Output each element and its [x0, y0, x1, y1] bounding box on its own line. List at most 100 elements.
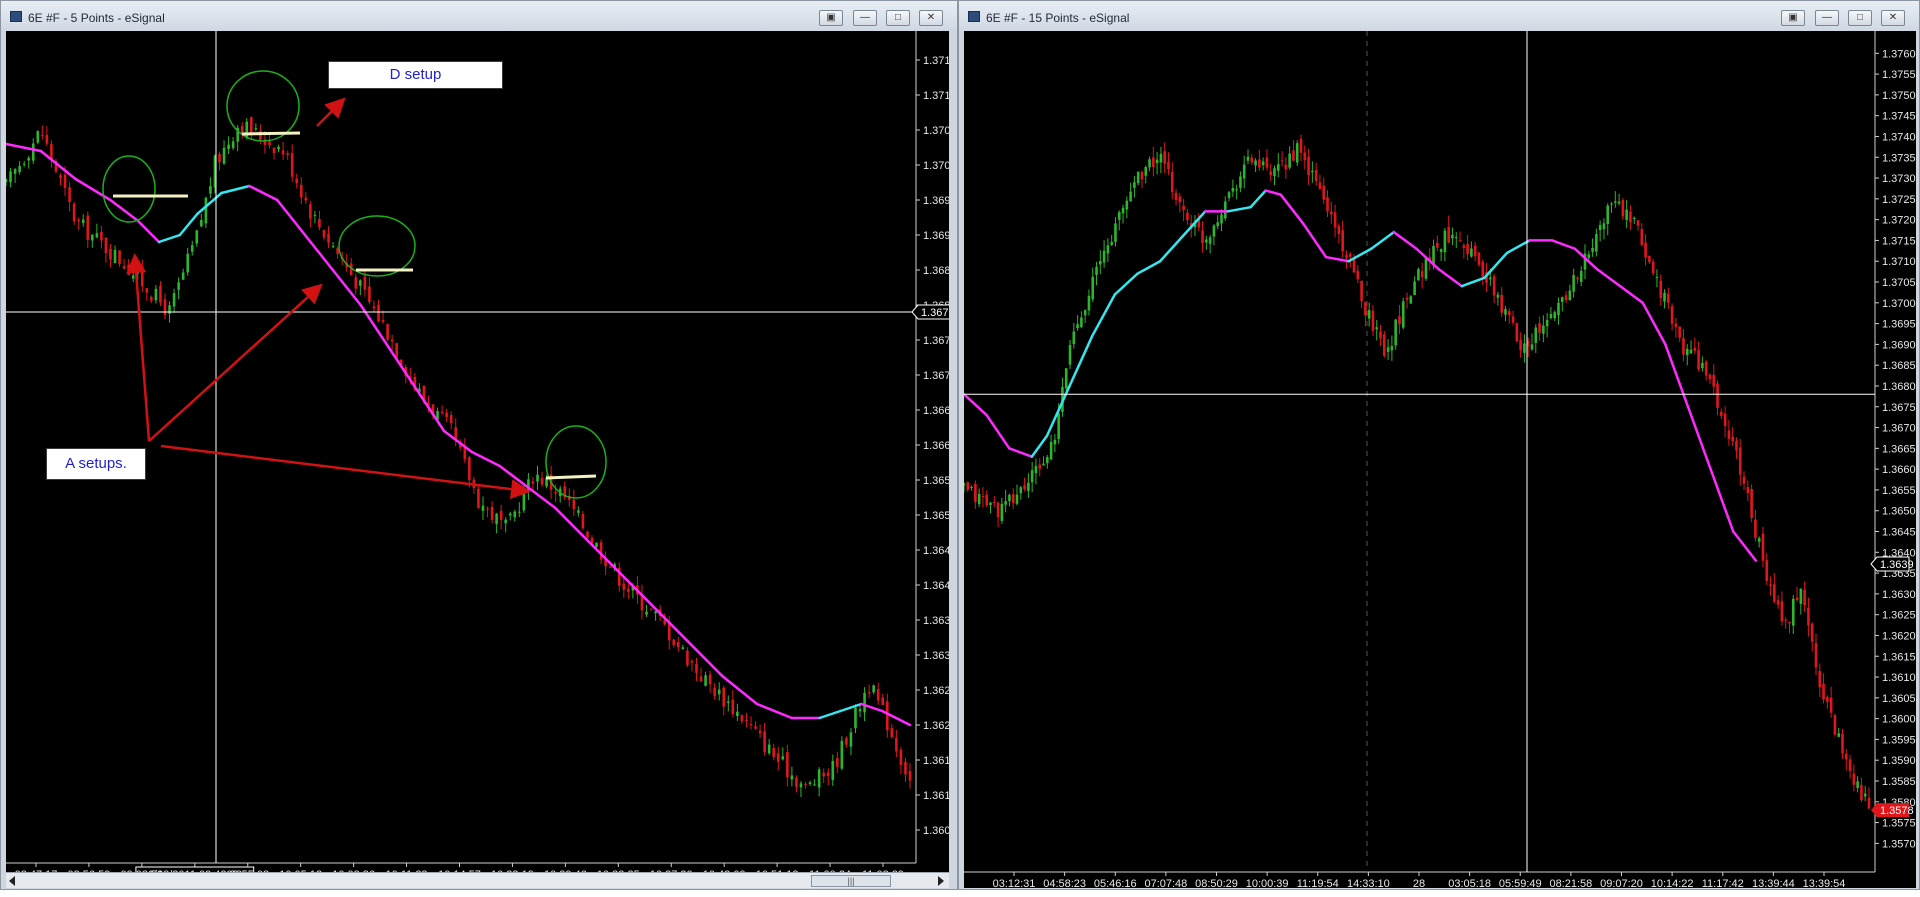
- candle-body: [1307, 157, 1310, 176]
- scroll-left-icon[interactable]: [9, 876, 15, 886]
- candle-body: [1667, 293, 1670, 303]
- x-tick-label: 03:05:18: [1448, 878, 1491, 888]
- y-tick-label: 1.3690: [1882, 339, 1916, 351]
- maximize-button[interactable]: □: [886, 10, 910, 26]
- y-tick-label: 1.3675: [1882, 402, 1916, 414]
- candle-body: [522, 491, 526, 511]
- candle-body: [1299, 138, 1303, 153]
- y-tick-label: 1.3670: [923, 370, 949, 382]
- candle-body: [268, 141, 271, 145]
- candle-body: [1791, 598, 1795, 626]
- crosshair-price-label: 1.3639: [1880, 559, 1914, 571]
- candle-body: [1829, 697, 1833, 713]
- y-tick-label: 1.3700: [1882, 298, 1916, 310]
- candle-body: [1046, 457, 1049, 464]
- candle-body: [481, 505, 485, 511]
- left-chart-area[interactable]: 1.3715 1.3710 1.3705 1.3700 1.3695 1.3690 1.36…: [6, 31, 949, 872]
- restore-icon[interactable]: ▣: [1781, 10, 1805, 26]
- right-chart-area[interactable]: 1.3760 1.3755 1.3750 1.3745 1.3740 1.3735 1.37…: [964, 31, 1916, 888]
- candle-body: [731, 699, 735, 715]
- y-tick-label: 1.3600: [1882, 714, 1916, 726]
- moving-average-segment: [6, 142, 43, 153]
- left-price-chart[interactable]: 1.3715 1.3710 1.3705 1.3700 1.3695 1.3690 1.36…: [6, 31, 949, 872]
- moving-average-segment: [39, 149, 77, 181]
- candle-body: [77, 219, 80, 222]
- maximize-button[interactable]: □: [1848, 10, 1872, 26]
- candle-body: [1576, 278, 1579, 280]
- candle-body: [1511, 316, 1515, 323]
- candle-body: [1489, 277, 1492, 280]
- close-button[interactable]: ✕: [1881, 10, 1905, 26]
- right-price-chart[interactable]: 1.3760 1.3755 1.3750 1.3745 1.3740 1.3735 1.37…: [964, 31, 1916, 888]
- restore-icon[interactable]: ▣: [819, 10, 843, 26]
- left-horizontal-scrollbar[interactable]: |||: [6, 872, 949, 888]
- candle-body: [1205, 239, 1208, 243]
- right-title-bar[interactable]: 6E #F - 15 Points - eSignal ▣ — □ ✕: [959, 1, 1919, 31]
- candle-body: [704, 675, 707, 686]
- candle-body: [513, 511, 517, 518]
- candle-body: [772, 747, 776, 757]
- candle-body: [1170, 172, 1174, 193]
- y-tick-label: 1.3700: [923, 160, 949, 172]
- candle-body: [209, 186, 212, 194]
- moving-average-segment: [1732, 530, 1758, 562]
- candle-body: [749, 724, 753, 726]
- candle-body: [1470, 248, 1473, 257]
- y-tick-label: 1.3680: [1882, 381, 1916, 393]
- candle-body: [1136, 171, 1140, 183]
- candle-body: [1379, 331, 1382, 339]
- candle-body: [985, 494, 989, 506]
- candle-body: [31, 143, 35, 161]
- candle-body: [172, 293, 176, 307]
- candle-body: [131, 275, 135, 279]
- candle-body: [572, 499, 576, 509]
- candle-body: [1083, 310, 1087, 316]
- candle-body: [1314, 169, 1318, 182]
- candle-body: [1004, 501, 1007, 505]
- candle-body: [377, 304, 380, 322]
- candle-body: [449, 415, 453, 424]
- candle-body: [1663, 292, 1666, 302]
- moving-average-segment: [581, 534, 620, 573]
- close-button[interactable]: ✕: [919, 10, 943, 26]
- minimize-button[interactable]: —: [853, 10, 877, 26]
- y-tick-label: 1.3650: [923, 510, 949, 522]
- candle-body: [1042, 463, 1045, 466]
- moving-average-segment: [136, 219, 161, 244]
- left-title-bar[interactable]: 6E #F - 5 Points - eSignal ▣ — □ ✕: [1, 1, 957, 31]
- candle-body: [881, 697, 885, 705]
- y-tick-label: 1.3650: [1882, 506, 1916, 518]
- candle-body: [145, 288, 149, 293]
- candle-body: [1152, 157, 1155, 167]
- y-tick-label: 1.3720: [1882, 215, 1916, 227]
- candle-body: [1519, 339, 1522, 351]
- candle-body: [1311, 170, 1314, 173]
- x-tick-label: 13:39:44: [1752, 878, 1795, 888]
- candle-body: [1735, 440, 1738, 451]
- candle-body: [540, 478, 544, 485]
- candle-body: [1629, 211, 1632, 223]
- candle-body: [964, 483, 966, 486]
- candle-body: [1632, 217, 1636, 220]
- scroll-right-icon[interactable]: [938, 876, 944, 886]
- candle-body: [799, 783, 803, 788]
- candle-body: [1549, 313, 1553, 319]
- minimize-button[interactable]: —: [1815, 10, 1839, 26]
- moving-average-segment: [498, 464, 529, 489]
- candle-body: [1133, 182, 1136, 188]
- candle-body: [286, 153, 289, 155]
- candle-body: [686, 650, 689, 665]
- candle-body: [86, 215, 90, 240]
- candle-body: [1436, 242, 1439, 248]
- candle-body: [1330, 211, 1333, 215]
- scroll-thumb[interactable]: |||: [811, 875, 891, 887]
- candle-body: [1076, 324, 1079, 329]
- candle-body: [586, 531, 589, 538]
- candle-body: [1390, 345, 1394, 351]
- candle-body: [359, 280, 362, 286]
- candle-body: [1413, 281, 1416, 295]
- candle-body: [1303, 152, 1307, 161]
- candle-body: [1534, 327, 1538, 343]
- candle-body: [786, 752, 789, 778]
- candle-body: [1712, 374, 1716, 387]
